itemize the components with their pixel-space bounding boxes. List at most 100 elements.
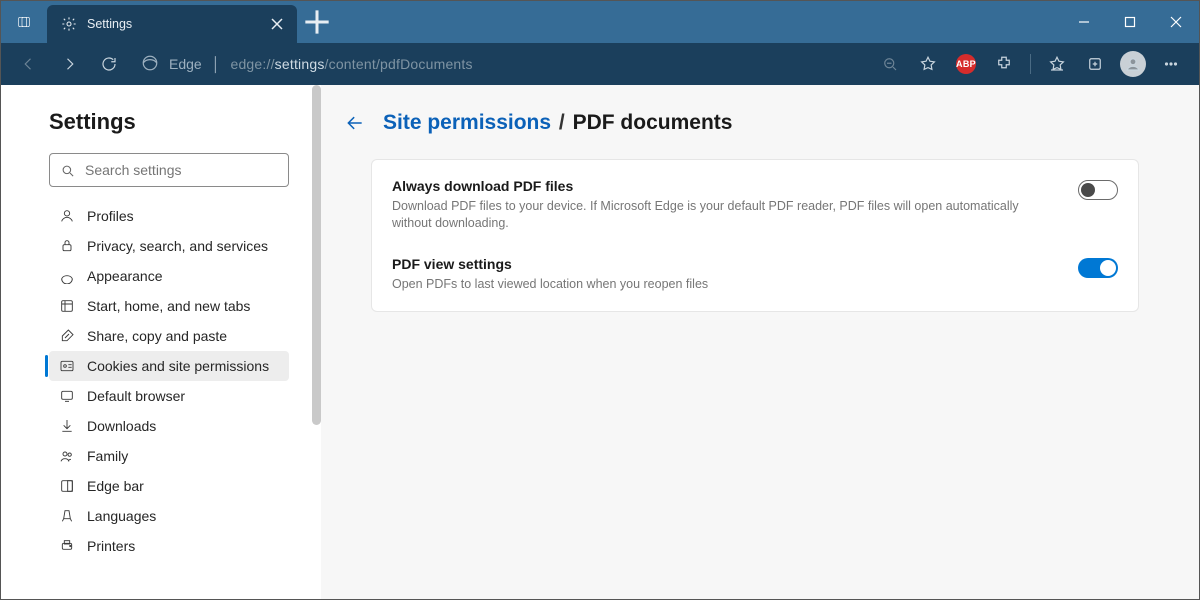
sidebar-heading: Settings	[49, 109, 305, 135]
favorite-icon[interactable]	[910, 46, 946, 82]
sidebar-item-icon	[59, 418, 75, 434]
setting-row: PDF view settings Open PDFs to last viewe…	[372, 244, 1138, 305]
sidebar-item[interactable]: Appearance	[49, 261, 289, 291]
sidebar-item-icon	[59, 328, 75, 344]
browser-tab[interactable]: Settings	[47, 5, 297, 43]
url-suffix: /content/pdfDocuments	[325, 56, 473, 72]
profile-avatar[interactable]	[1115, 46, 1151, 82]
breadcrumb-separator: /	[559, 111, 565, 134]
setting-title: PDF view settings	[392, 256, 1060, 272]
settings-search[interactable]	[49, 153, 289, 187]
sidebar-item-icon	[59, 238, 75, 254]
sidebar-item-label: Family	[87, 448, 128, 464]
sidebar-item-label: Default browser	[87, 388, 185, 404]
sidebar-item-icon	[59, 508, 75, 524]
setting-description: Open PDFs to last viewed location when y…	[392, 276, 1060, 293]
sidebar-item-label: Profiles	[87, 208, 134, 224]
toggle-knob	[1081, 183, 1095, 197]
sidebar: Settings Profiles Privacy, search, and se…	[1, 85, 321, 599]
window-controls	[1061, 1, 1199, 43]
toolbar-right: ABP	[872, 46, 1189, 82]
sidebar-item[interactable]: Printers	[49, 531, 289, 561]
gear-icon	[61, 16, 77, 32]
sidebar-item-icon	[59, 538, 75, 554]
main-panel: Site permissions / PDF documents Always …	[321, 85, 1199, 599]
sidebar-item-icon	[59, 298, 75, 314]
setting-text: PDF view settings Open PDFs to last viewe…	[392, 256, 1060, 293]
breadcrumb-back-button[interactable]	[341, 109, 369, 137]
sidebar-item-label: Appearance	[87, 268, 163, 284]
breadcrumb-parent-link[interactable]: Site permissions	[383, 111, 551, 134]
avatar-icon	[1120, 51, 1146, 77]
breadcrumb-row: Site permissions / PDF documents	[341, 109, 1139, 137]
toolbar: Edge │ edge://settings/content/pdfDocume…	[1, 43, 1199, 85]
sidebar-item[interactable]: Default browser	[49, 381, 289, 411]
sidebar-item[interactable]: Languages	[49, 501, 289, 531]
toggle-knob	[1100, 260, 1116, 276]
url-bold: settings	[275, 56, 325, 72]
sidebar-item[interactable]: Share, copy and paste	[49, 321, 289, 351]
edge-icon	[141, 54, 159, 75]
url-text: edge://settings/content/pdfDocuments	[230, 56, 472, 72]
setting-description: Download PDF files to your device. If Mi…	[392, 198, 1060, 232]
maximize-button[interactable]	[1107, 1, 1153, 43]
sidebar-item-label: Edge bar	[87, 478, 144, 494]
addr-separator: │	[212, 56, 221, 72]
sidebar-item-icon	[59, 208, 75, 224]
sidebar-item[interactable]: Privacy, search, and services	[49, 231, 289, 261]
tabstrip: Settings	[1, 1, 337, 43]
content-area: Settings Profiles Privacy, search, and se…	[1, 85, 1199, 599]
tab-actions-button[interactable]	[1, 1, 47, 43]
refresh-button[interactable]	[91, 46, 127, 82]
sidebar-item[interactable]: Family	[49, 441, 289, 471]
sidebar-item-label: Cookies and site permissions	[87, 358, 269, 374]
sidebar-nav: Profiles Privacy, search, and services App…	[49, 201, 289, 561]
sidebar-scrollbar[interactable]	[312, 85, 321, 425]
titlebar-spacer	[337, 1, 1061, 43]
new-tab-button[interactable]	[297, 1, 337, 43]
sidebar-item-icon	[59, 388, 75, 404]
tab-close-button[interactable]	[267, 14, 287, 34]
settings-card: Always download PDF files Download PDF fi…	[371, 159, 1139, 312]
collections-icon[interactable]	[1077, 46, 1113, 82]
abp-badge: ABP	[956, 54, 976, 74]
more-menu-button[interactable]	[1153, 46, 1189, 82]
sidebar-item-label: Privacy, search, and services	[87, 238, 268, 254]
sidebar-item-icon	[59, 448, 75, 464]
sidebar-item[interactable]: Start, home, and new tabs	[49, 291, 289, 321]
minimize-button[interactable]	[1061, 1, 1107, 43]
setting-row: Always download PDF files Download PDF fi…	[372, 166, 1138, 244]
url-prefix: edge://	[230, 56, 274, 72]
favorites-bar-icon[interactable]	[1039, 46, 1075, 82]
scheme-label: Edge	[169, 56, 202, 72]
sidebar-item[interactable]: Edge bar	[49, 471, 289, 501]
sidebar-item[interactable]: Profiles	[49, 201, 289, 231]
sidebar-item-label: Share, copy and paste	[87, 328, 227, 344]
setting-text: Always download PDF files Download PDF fi…	[392, 178, 1060, 232]
sidebar-item-label: Start, home, and new tabs	[87, 298, 250, 314]
zoom-icon[interactable]	[872, 46, 908, 82]
sidebar-item-label: Languages	[87, 508, 156, 524]
search-icon	[60, 163, 75, 178]
nav-back-button[interactable]	[11, 46, 47, 82]
sidebar-item[interactable]: Cookies and site permissions	[49, 351, 289, 381]
setting-toggle[interactable]	[1078, 180, 1118, 200]
sidebar-item-icon	[59, 268, 75, 284]
sidebar-item-label: Printers	[87, 538, 135, 554]
address-bar[interactable]: Edge │ edge://settings/content/pdfDocume…	[131, 47, 868, 81]
settings-search-input[interactable]	[85, 162, 278, 178]
setting-toggle[interactable]	[1078, 258, 1118, 278]
extensions-icon[interactable]	[986, 46, 1022, 82]
close-window-button[interactable]	[1153, 1, 1199, 43]
sidebar-item-icon	[59, 478, 75, 494]
sidebar-item-label: Downloads	[87, 418, 156, 434]
nav-forward-button[interactable]	[51, 46, 87, 82]
adblock-icon[interactable]: ABP	[948, 46, 984, 82]
breadcrumb-current: PDF documents	[573, 111, 733, 134]
breadcrumb: Site permissions / PDF documents	[383, 111, 732, 135]
sidebar-item-icon	[59, 358, 75, 374]
toolbar-divider	[1030, 54, 1031, 74]
sidebar-item[interactable]: Downloads	[49, 411, 289, 441]
setting-title: Always download PDF files	[392, 178, 1060, 194]
tab-title: Settings	[87, 17, 257, 31]
